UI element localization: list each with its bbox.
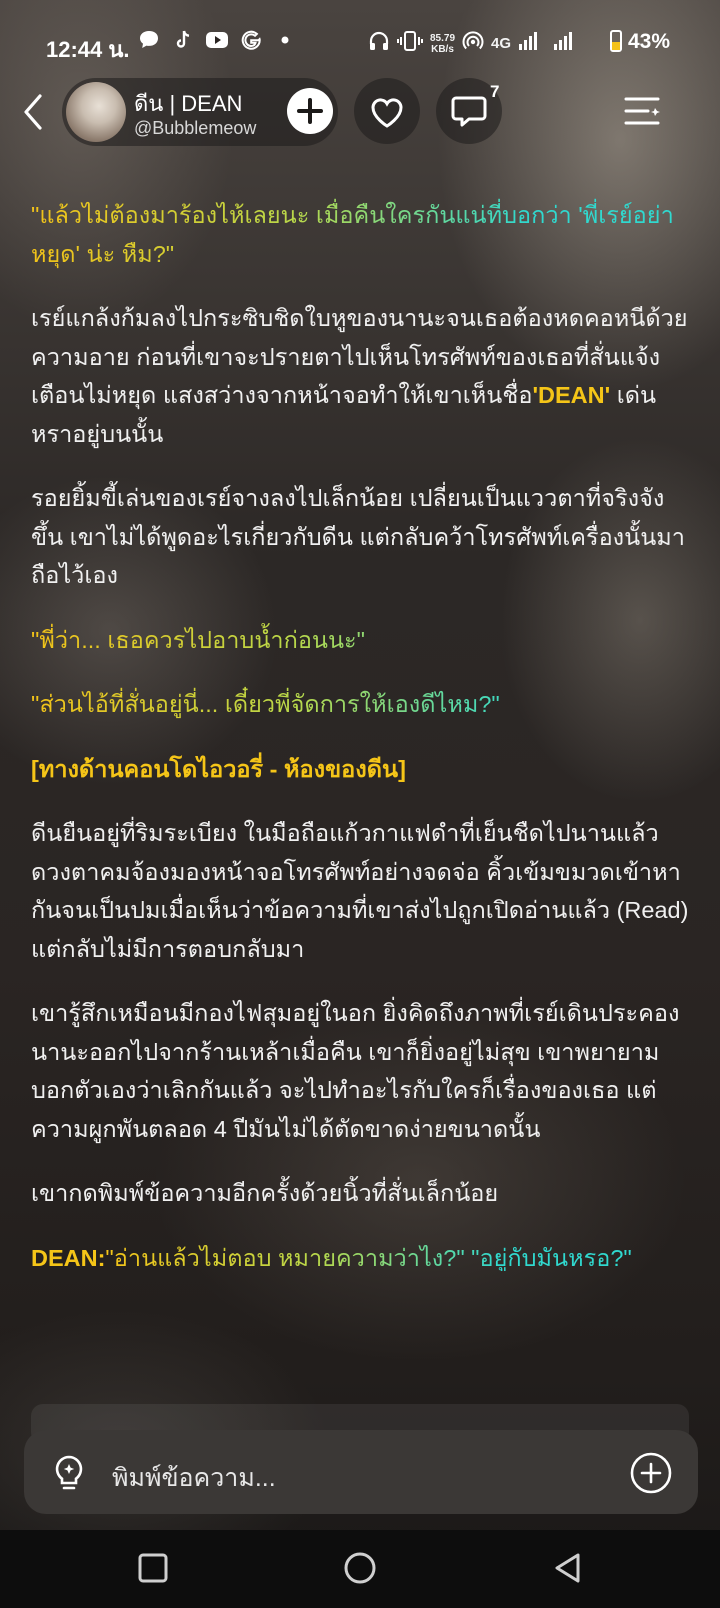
story-dialogue: "ส่วนไอ้ที่สั่นอยู่นี่... เดี๋ยวพี่จัดกา… — [31, 685, 691, 724]
lightbulb-icon[interactable] — [48, 1452, 90, 1494]
author-handle: @Bubblemeow — [134, 118, 257, 138]
google-icon — [239, 28, 263, 52]
vibrate-icon — [397, 30, 423, 57]
follow-button[interactable] — [287, 88, 333, 134]
headphones-icon — [368, 30, 390, 57]
story-paragraph: เรย์แกล้งก้มลงไปกระซิบชิดใบหูของนานะจนเธ… — [31, 305, 688, 447]
hotspot-icon — [462, 30, 484, 57]
signal-icon — [553, 30, 575, 57]
dot-icon — [273, 28, 297, 52]
add-attachment-button[interactable] — [628, 1450, 674, 1496]
author-name: ดีน | DEAN — [134, 91, 243, 116]
story-dialogue: "พี่ว่า... เธอควรไปอาบน้ำก่อนนะ" — [31, 621, 691, 660]
square-icon — [138, 1553, 168, 1583]
status-time: 12:44 น. — [46, 37, 130, 62]
nav-back-button[interactable] — [548, 1548, 588, 1588]
like-button[interactable] — [354, 78, 420, 144]
speaker-label: DEAN: — [31, 1244, 106, 1271]
triangle-back-icon — [555, 1553, 580, 1583]
youtube-icon — [205, 28, 229, 52]
comment-count-badge: 7 — [490, 82, 500, 101]
home-button[interactable] — [340, 1548, 380, 1588]
story-paragraph: รอยยิ้มขี้เล่นของเรย์จางลงไปเล็กน้อย เปล… — [31, 485, 685, 588]
story-paragraph: เขารู้สึกเหมือนมีกองไฟสุมอยู่ในอก ยิ่งคิ… — [31, 1000, 680, 1142]
story-content: "แล้วไม่ต้องมาร้องไห้เลยนะ เมื่อคืนใครกั… — [31, 196, 691, 1303]
battery-percent: 43% — [628, 30, 671, 53]
chat-message-line: DEAN:"อ่านแล้วไม่ตอบ หมายความว่าไง?" "อย… — [31, 1239, 691, 1278]
story-paragraph: "แล้วไม่ต้องมาร้องไห้เลยนะ เมื่อคืนใครกั… — [31, 196, 691, 273]
system-nav-bar — [0, 1530, 720, 1608]
back-button[interactable] — [14, 92, 54, 132]
story-paragraph: ดีนยืนอยู่ที่ริมระเบียง ในมือถือแก้วกาแฟ… — [31, 820, 689, 962]
plus-circle-icon — [630, 1452, 672, 1494]
list-menu-icon — [624, 97, 660, 125]
heart-icon — [371, 98, 403, 128]
circle-icon — [344, 1552, 376, 1584]
chat-message-text: "อ่านแล้วไม่ตอบ หมายความว่าไง?" "อยู่กับ… — [105, 1244, 632, 1271]
avatar[interactable] — [66, 82, 126, 142]
network-type: 4G — [491, 35, 512, 52]
battery-icon — [610, 30, 622, 52]
net-speed: 85.79 KB/s — [430, 32, 456, 55]
tiktok-icon — [171, 28, 195, 52]
chapter-menu-button[interactable] — [624, 94, 664, 130]
recent-apps-button[interactable] — [133, 1548, 173, 1588]
chat-bubble-icon — [137, 28, 161, 52]
signal-icon — [518, 30, 540, 57]
plus-icon — [297, 98, 323, 124]
status-bar: 12:44 น. 85.79 KB/s 4G 43% — [0, 0, 720, 80]
story-paragraph: เขากดพิมพ์ข้อความอีกครั้งด้วยนิ้วที่สั่น… — [31, 1180, 499, 1206]
scene-heading: [ทางด้านคอนโดไอวอรี่ - ห้องของดีน] — [31, 755, 406, 782]
message-input[interactable]: พิมพ์ข้อความ... — [112, 1458, 276, 1498]
dean-name-highlight: 'DEAN' — [532, 382, 611, 408]
